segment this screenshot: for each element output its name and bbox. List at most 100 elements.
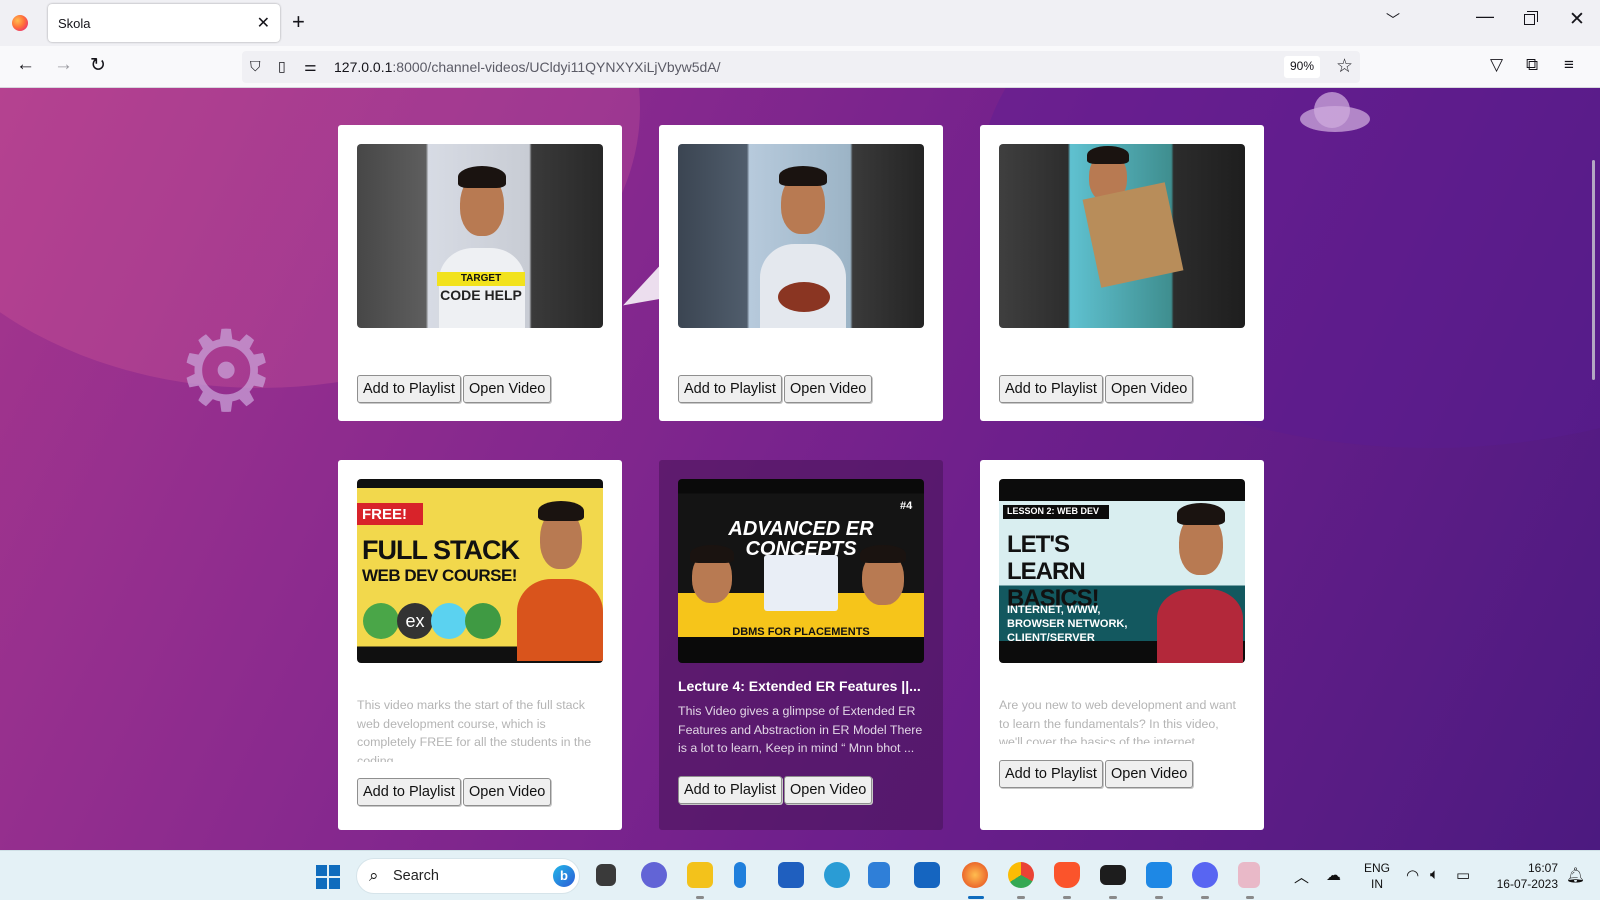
box-illustration xyxy=(1082,182,1184,288)
url-bar[interactable]: ⛉ ▯ ⚌ 127.0.0.1:8000/channel-videos/UCld… xyxy=(242,51,1360,83)
browser-tab[interactable]: Skola ✕ xyxy=(48,4,280,42)
bing-icon[interactable]: b xyxy=(553,865,575,887)
chevron-up-icon[interactable]: ︿ xyxy=(1294,866,1309,887)
back-icon[interactable]: ← xyxy=(16,54,35,76)
page-scrollbar[interactable] xyxy=(1592,160,1595,380)
remote-desktop-icon[interactable] xyxy=(914,862,940,888)
thumbnail-text: CODE HELP xyxy=(440,287,522,303)
thumbnail-text: FULL STACK xyxy=(362,535,520,565)
extensions-icon[interactable]: ⧉ xyxy=(1526,55,1538,75)
volume-icon[interactable]: 🔈︎ xyxy=(1430,866,1439,883)
video-card: ADVANCED ER CONCEPTS #4 DBMS FOR PLACEME… xyxy=(659,460,943,830)
video-card: FREE! FULL STACK WEB DEV COURSE! ex This… xyxy=(338,460,622,830)
cloud-icon xyxy=(1300,92,1370,134)
zoom-level-badge[interactable]: 90% xyxy=(1284,56,1321,78)
tab-title: Skola xyxy=(58,16,91,31)
battery-icon[interactable]: ▭ xyxy=(1456,866,1470,884)
brave-icon[interactable] xyxy=(1054,862,1080,888)
terminal-icon[interactable] xyxy=(1100,865,1126,885)
thumbnail-text: #4 xyxy=(900,500,913,512)
microsoft-store-icon[interactable] xyxy=(778,862,804,888)
video-thumbnail[interactable] xyxy=(678,144,924,328)
mongodb-logo xyxy=(363,603,399,639)
chevron-down-icon[interactable]: ﹀ xyxy=(1386,10,1400,30)
snipping-tool-icon[interactable] xyxy=(1238,862,1260,888)
taskbar-search-box[interactable]: ⌕ Search b xyxy=(356,858,580,894)
video-thumbnail[interactable] xyxy=(999,144,1245,328)
url-path: :8000/channel-videos/UCldyi11QYNXYXiLjVb… xyxy=(392,59,721,75)
clock-date: 16-07-2023 xyxy=(1496,877,1558,891)
express-logo: ex xyxy=(397,603,433,639)
notification-bell-icon[interactable]: 🔔︎ xyxy=(1566,866,1585,884)
search-placeholder: Search xyxy=(393,868,439,884)
thumbnail-text: WEB DEV COURSE! xyxy=(362,566,517,585)
onedrive-icon[interactable]: ☁ xyxy=(1326,866,1341,884)
language-indicator[interactable]: ENG IN xyxy=(1364,860,1390,892)
system-clock[interactable]: 16:07 16-07-2023 xyxy=(1486,860,1558,892)
restore-icon[interactable] xyxy=(1524,11,1538,25)
url-text[interactable]: 127.0.0.1:8000/channel-videos/UCldyi11QY… xyxy=(334,59,721,75)
thumbnail-text: LET'S LEARN BASICS! xyxy=(1007,531,1100,612)
permissions-icon[interactable]: ⚌ xyxy=(304,58,317,75)
video-card: Add to Playlist Open Video xyxy=(659,125,943,421)
video-title: Lecture 4: Extended ER Features ||... xyxy=(678,678,921,694)
pocket-icon[interactable]: ▽ xyxy=(1490,55,1503,75)
add-to-playlist-button[interactable]: Add to Playlist xyxy=(999,375,1103,403)
page-icon[interactable]: ▯ xyxy=(278,58,286,75)
video-thumbnail[interactable]: ADVANCED ER CONCEPTS #4 DBMS FOR PLACEME… xyxy=(678,479,924,663)
shield-icon[interactable]: ⛉ xyxy=(250,58,261,75)
open-video-button[interactable]: Open Video xyxy=(784,776,873,804)
thumbnail-text: LESSON 2: WEB DEV xyxy=(1007,506,1100,516)
page-viewport: ⚙ TARGET CODE HELP Add to Playlist Open … xyxy=(0,88,1600,850)
video-thumbnail[interactable]: TARGET CODE HELP xyxy=(357,144,603,328)
window-close-icon[interactable]: ✕ xyxy=(1569,8,1585,31)
url-host: 127.0.0.1 xyxy=(334,59,393,75)
add-to-playlist-button[interactable]: Add to Playlist xyxy=(678,776,782,804)
task-view-icon[interactable] xyxy=(596,864,616,886)
reload-icon[interactable]: ↻ xyxy=(90,54,106,77)
open-video-button[interactable]: Open Video xyxy=(463,778,552,806)
region-text: IN xyxy=(1371,877,1383,891)
open-video-button[interactable]: Open Video xyxy=(784,375,873,403)
browser-tab-bar: Skola ✕ + ﹀ — ✕ xyxy=(0,0,1600,46)
add-to-playlist-button[interactable]: Add to Playlist xyxy=(678,375,782,403)
menu-icon[interactable]: ≡ xyxy=(1564,55,1574,75)
open-video-button[interactable]: Open Video xyxy=(463,375,552,403)
nodejs-logo xyxy=(465,603,501,639)
firefox-taskbar-icon[interactable] xyxy=(962,862,988,888)
open-video-button[interactable]: Open Video xyxy=(1105,375,1194,403)
add-to-playlist-button[interactable]: Add to Playlist xyxy=(357,778,461,806)
thumbnail-text: INTERNET, WWW, BROWSER NETWORK, CLIENT/S… xyxy=(1007,604,1128,644)
wifi-icon[interactable]: ◠ xyxy=(1406,866,1419,884)
close-tab-icon[interactable]: ✕ xyxy=(257,13,270,33)
teams-chat-icon[interactable] xyxy=(641,862,667,888)
add-to-playlist-button[interactable]: Add to Playlist xyxy=(999,760,1103,788)
edge-icon[interactable] xyxy=(824,862,850,888)
minimize-icon[interactable]: — xyxy=(1476,6,1494,27)
windows-start-icon[interactable] xyxy=(316,865,340,889)
discord-icon[interactable] xyxy=(1192,862,1218,888)
video-description: Are you new to web development and want … xyxy=(999,698,1236,744)
todo-icon[interactable] xyxy=(868,862,890,888)
vscode-icon[interactable] xyxy=(1146,862,1172,888)
forward-icon[interactable]: → xyxy=(54,54,73,76)
windows-taskbar: ⌕ Search b ︿ ☁ ENG IN ◠ 🔈︎ ▭ 16:07 16-07… xyxy=(0,850,1600,900)
video-description: This video marks the start of the full s… xyxy=(357,698,592,762)
video-thumbnail[interactable]: FREE! FULL STACK WEB DEV COURSE! ex xyxy=(357,479,603,663)
search-icon: ⌕ xyxy=(369,866,379,885)
navigation-toolbar: ← → ↻ ⛉ ▯ ⚌ 127.0.0.1:8000/channel-video… xyxy=(0,46,1600,88)
react-logo xyxy=(431,603,467,639)
gear-icon: ⚙ xyxy=(176,309,277,434)
open-video-button[interactable]: Open Video xyxy=(1105,760,1194,788)
new-tab-icon[interactable]: + xyxy=(292,9,305,35)
video-description: This Video gives a glimpse of Extended E… xyxy=(678,704,923,755)
bookmark-star-icon[interactable]: ☆ xyxy=(1336,55,1353,78)
add-to-playlist-button[interactable]: Add to Playlist xyxy=(357,375,461,403)
thumbnail-text: TARGET xyxy=(437,272,525,286)
file-explorer-icon[interactable] xyxy=(687,862,713,888)
thumbnail-text: FREE! xyxy=(362,506,407,523)
chrome-icon[interactable] xyxy=(1008,862,1034,888)
video-card: LESSON 2: WEB DEV LET'S LEARN BASICS! IN… xyxy=(980,460,1264,830)
power-automate-icon[interactable] xyxy=(734,862,746,888)
video-thumbnail[interactable]: LESSON 2: WEB DEV LET'S LEARN BASICS! IN… xyxy=(999,479,1245,663)
